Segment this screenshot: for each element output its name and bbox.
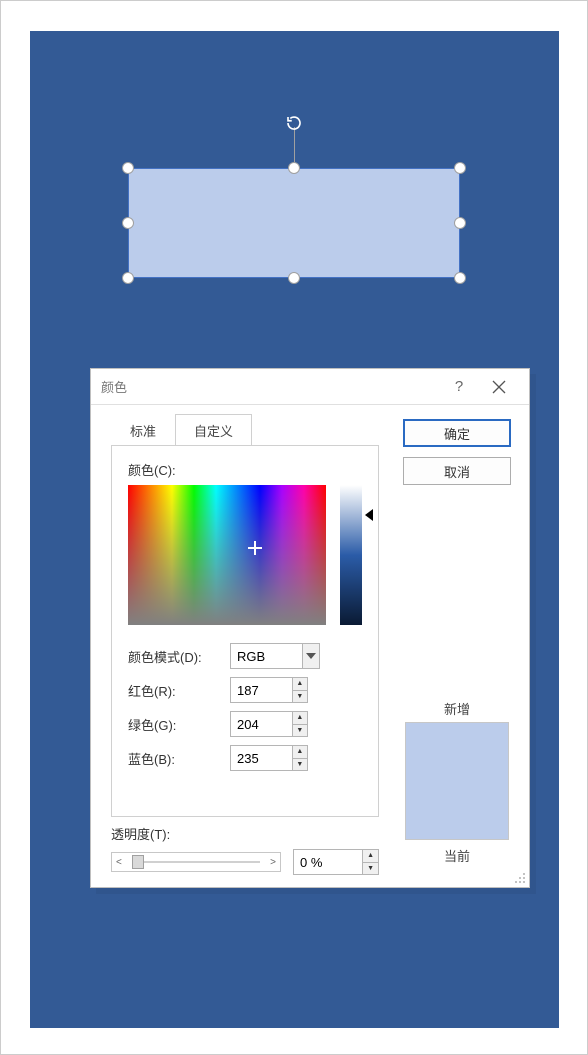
- chevron-down-icon[interactable]: [302, 644, 319, 668]
- color-mode-combo[interactable]: [230, 643, 320, 669]
- blue-input[interactable]: [231, 746, 292, 770]
- cancel-button[interactable]: 取消: [403, 457, 511, 485]
- tab-standard[interactable]: 标准: [111, 414, 175, 447]
- close-button[interactable]: [479, 372, 519, 402]
- blue-spin-up[interactable]: ▲: [293, 746, 307, 759]
- green-spin-up[interactable]: ▲: [293, 712, 307, 725]
- transparency-label: 透明度(T):: [111, 824, 379, 843]
- resize-handle-bottom-middle[interactable]: [288, 272, 300, 284]
- red-spin-up[interactable]: ▲: [293, 678, 307, 691]
- resize-handle-bottom-left[interactable]: [122, 272, 134, 284]
- transparency-input[interactable]: [294, 850, 362, 874]
- dialog-title: 颜色: [101, 377, 439, 396]
- slider-thumb[interactable]: [132, 855, 144, 869]
- transparency-slider[interactable]: < >: [111, 852, 281, 872]
- shape-rectangle[interactable]: [128, 168, 460, 278]
- red-label: 红色(R):: [128, 681, 220, 700]
- hue-saturation-picker[interactable]: [128, 485, 326, 625]
- dialog-body: 标准 自定义 确定 取消 颜色(C):: [91, 405, 529, 887]
- luminance-marker-icon: [365, 509, 373, 521]
- green-input[interactable]: [231, 712, 292, 736]
- preview-current-label: 当前: [403, 846, 511, 865]
- dialog-titlebar[interactable]: 颜色 ?: [91, 369, 529, 405]
- green-spinner[interactable]: ▲ ▼: [230, 711, 308, 737]
- slider-right-arrow-icon[interactable]: >: [270, 857, 276, 868]
- tab-custom[interactable]: 自定义: [175, 414, 252, 447]
- preview-new-label: 新增: [403, 699, 511, 718]
- blue-spinner[interactable]: ▲ ▼: [230, 745, 308, 771]
- luminance-slider[interactable]: [340, 485, 362, 625]
- red-spinner[interactable]: ▲ ▼: [230, 677, 308, 703]
- color-label: 颜色(C):: [128, 460, 362, 479]
- transparency-section: 透明度(T): < > ▲ ▼: [111, 824, 379, 875]
- green-label: 绿色(G):: [128, 715, 220, 734]
- help-button[interactable]: ?: [439, 372, 479, 402]
- document-background: 颜色 ? 标准 自定义 确定 取消 颜色(C):: [30, 31, 559, 1028]
- resize-handle-top-middle[interactable]: [288, 162, 300, 174]
- rotate-stem: [294, 127, 295, 162]
- red-input[interactable]: [231, 678, 292, 702]
- crosshair-icon: [248, 541, 262, 555]
- resize-grip-icon[interactable]: [512, 870, 526, 884]
- resize-handle-middle-right[interactable]: [454, 217, 466, 229]
- color-pickers: [128, 485, 362, 625]
- color-dialog: 颜色 ? 标准 自定义 确定 取消 颜色(C):: [90, 368, 530, 888]
- resize-handle-middle-left[interactable]: [122, 217, 134, 229]
- transparency-spin-up[interactable]: ▲: [363, 850, 378, 863]
- slider-track: [132, 861, 260, 863]
- red-spin-down[interactable]: ▼: [293, 691, 307, 703]
- blue-spin-down[interactable]: ▼: [293, 759, 307, 771]
- document-page: 颜色 ? 标准 自定义 确定 取消 颜色(C):: [0, 0, 588, 1055]
- close-icon: [492, 380, 506, 394]
- rotate-handle-icon[interactable]: [285, 114, 303, 132]
- color-mode-value[interactable]: [231, 644, 302, 668]
- slider-left-arrow-icon[interactable]: <: [116, 857, 122, 868]
- custom-color-panel: 颜色(C): 颜色模式(D):: [111, 445, 379, 817]
- transparency-spinner[interactable]: ▲ ▼: [293, 849, 379, 875]
- resize-handle-bottom-right[interactable]: [454, 272, 466, 284]
- green-spin-down[interactable]: ▼: [293, 725, 307, 737]
- resize-handle-top-left[interactable]: [122, 162, 134, 174]
- blue-label: 蓝色(B):: [128, 749, 220, 768]
- tabs: 标准 自定义: [111, 413, 301, 447]
- transparency-spin-down[interactable]: ▼: [363, 863, 378, 875]
- selected-shape[interactable]: [128, 168, 460, 278]
- color-preview: 新增 当前: [403, 699, 511, 865]
- color-mode-label: 颜色模式(D):: [128, 647, 220, 666]
- resize-handle-top-right[interactable]: [454, 162, 466, 174]
- dialog-side-buttons: 确定 取消: [403, 419, 511, 485]
- preview-swatch: [405, 722, 509, 840]
- ok-button[interactable]: 确定: [403, 419, 511, 447]
